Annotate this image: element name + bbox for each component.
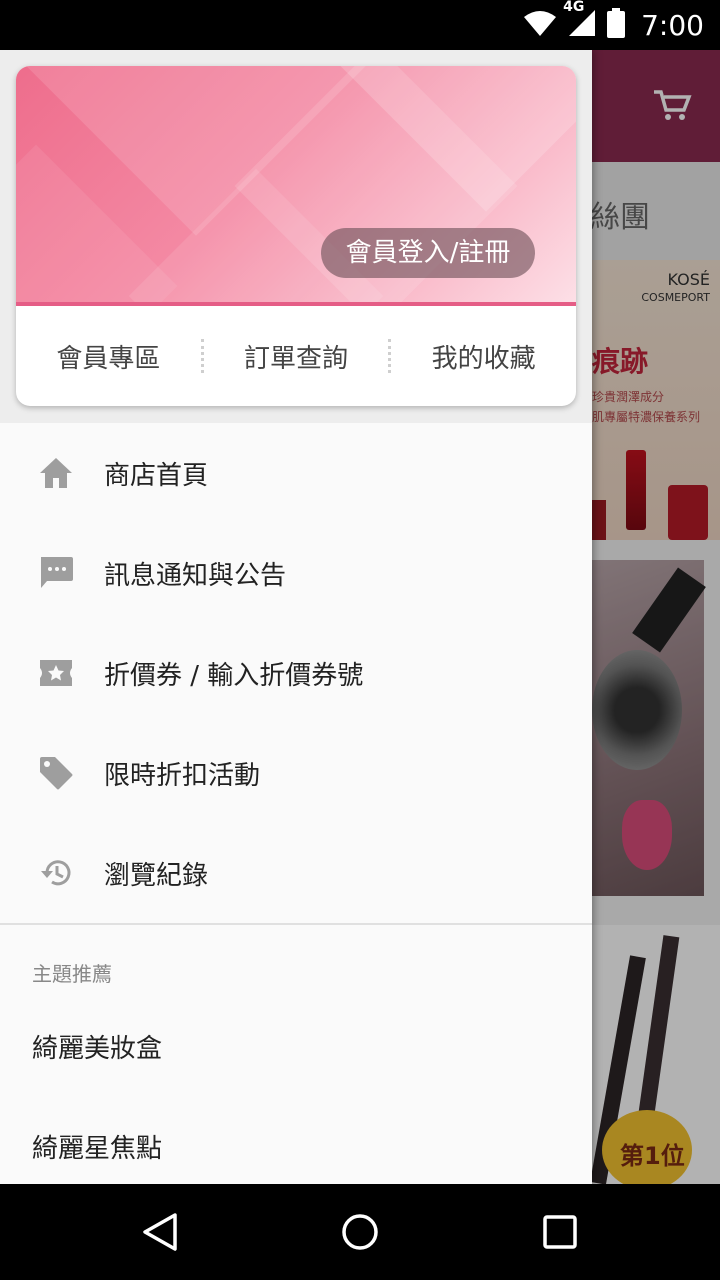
favorites-button[interactable]: 我的收藏 <box>391 338 576 375</box>
section-title: 主題推薦 <box>32 962 112 986</box>
coupon-icon <box>36 653 76 693</box>
menu-label: 訊息通知與公告 <box>104 560 287 591</box>
order-query-button[interactable]: 訂單查詢 <box>204 338 389 375</box>
menu-item-coupons[interactable]: 折價券 / 輸入折價券號 <box>0 623 592 723</box>
menu-label: 折價券 / 輸入折價券號 <box>104 660 364 691</box>
drawer-menu: 商店首頁 訊息通知與公告 折價券 / 輸入折價券號 限時折扣活動 瀏覽紀錄 <box>0 423 592 923</box>
topic-item-beauty-box[interactable]: 綺麗美妝盒 <box>32 1028 162 1065</box>
topic-item-star-focus[interactable]: 綺麗星焦點 <box>32 1128 162 1165</box>
battery-icon <box>607 8 626 42</box>
login-register-button[interactable]: 會員登入/註冊 <box>321 228 535 278</box>
wifi-icon <box>523 9 557 41</box>
member-area-button[interactable]: 會員專區 <box>16 338 201 375</box>
drawer-header: 會員登入/註冊 會員專區 訂單查詢 我的收藏 <box>0 50 592 423</box>
home-icon <box>36 453 76 493</box>
recents-button[interactable] <box>536 1208 584 1256</box>
menu-label: 限時折扣活動 <box>104 760 261 791</box>
menu-item-store-home[interactable]: 商店首頁 <box>0 423 592 523</box>
menu-item-flash-sale[interactable]: 限時折扣活動 <box>0 723 592 823</box>
tag-icon <box>36 753 76 793</box>
menu-item-notifications[interactable]: 訊息通知與公告 <box>0 523 592 623</box>
quick-actions: 會員專區 訂單查詢 我的收藏 <box>16 306 576 406</box>
menu-label: 商店首頁 <box>104 460 209 491</box>
member-banner: 會員登入/註冊 <box>16 66 576 304</box>
system-nav-bar <box>0 1184 720 1280</box>
signal-icon: 4G <box>563 0 597 41</box>
clock: 7:00 <box>641 8 704 42</box>
network-type-label: 4G <box>563 0 585 15</box>
status-bar: 4G 7:00 <box>0 0 720 50</box>
menu-item-history[interactable]: 瀏覽紀錄 <box>0 823 592 923</box>
menu-label: 瀏覽紀錄 <box>104 860 209 891</box>
back-button[interactable] <box>136 1208 184 1256</box>
navigation-drawer: 會員登入/註冊 會員專區 訂單查詢 我的收藏 商店首頁 訊息通知與公告 折價券 … <box>0 50 592 1184</box>
member-card: 會員登入/註冊 會員專區 訂單查詢 我的收藏 <box>16 66 576 406</box>
section-divider <box>0 923 592 925</box>
home-button[interactable] <box>336 1208 384 1256</box>
history-icon <box>36 853 76 893</box>
message-icon <box>36 553 76 593</box>
